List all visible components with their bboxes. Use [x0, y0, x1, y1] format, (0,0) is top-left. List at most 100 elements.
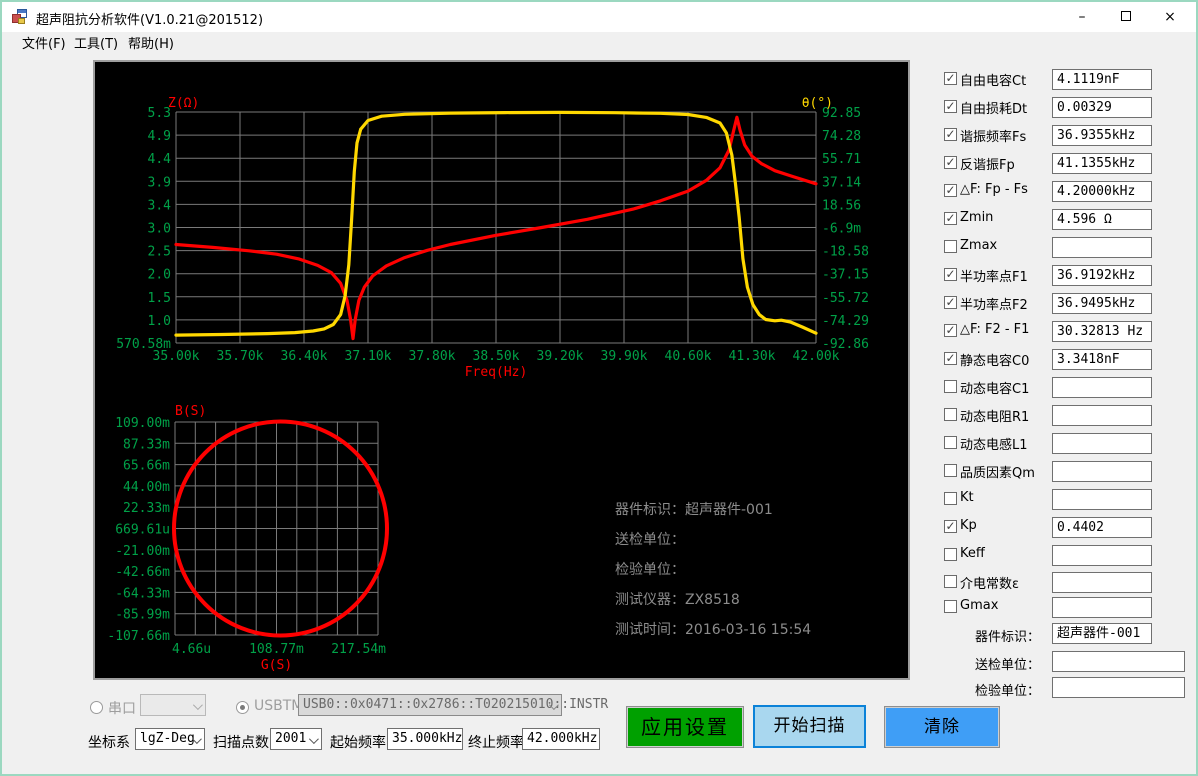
- result-value-field[interactable]: [1052, 597, 1152, 618]
- tick-label: 55.71: [822, 152, 861, 167]
- device-id-field[interactable]: 超声器件-001: [1052, 623, 1152, 644]
- checked-checkbox[interactable]: ✓: [944, 520, 957, 533]
- tick-label: 37.10k: [345, 349, 392, 364]
- unchecked-checkbox[interactable]: [944, 575, 957, 588]
- unchecked-checkbox[interactable]: [944, 408, 957, 421]
- tick-label: 74.28: [822, 129, 861, 144]
- result-row: 动态电阻R1: [944, 405, 1190, 429]
- menu-help[interactable]: 帮助(H): [122, 32, 180, 58]
- result-value-field[interactable]: 36.9192kHz: [1052, 265, 1152, 286]
- coord-system-combo[interactable]: lgZ-Deg: [135, 728, 205, 750]
- result-row: Zmax: [944, 237, 1190, 261]
- checked-checkbox[interactable]: ✓: [944, 324, 957, 337]
- apply-settings-button[interactable]: 应用设置: [626, 706, 744, 748]
- tick-label: 4.66u: [172, 642, 211, 657]
- chevron-down-icon: [549, 700, 559, 710]
- tick-label: 109.00m: [115, 416, 170, 431]
- result-row: ✓自由电容Ct4.1119nF: [944, 69, 1190, 93]
- scan-points-label: 扫描点数: [213, 732, 269, 752]
- result-row: 动态电感L1: [944, 433, 1190, 457]
- checked-checkbox[interactable]: ✓: [944, 100, 957, 113]
- result-row: Keff: [944, 545, 1190, 569]
- unchecked-checkbox[interactable]: [944, 436, 957, 449]
- unchecked-checkbox[interactable]: [944, 548, 957, 561]
- checked-checkbox[interactable]: ✓: [944, 184, 957, 197]
- checked-checkbox[interactable]: ✓: [944, 156, 957, 169]
- result-value-field[interactable]: 3.3418nF: [1052, 349, 1152, 370]
- clear-button[interactable]: 清除: [884, 706, 1000, 748]
- serial-port-combo[interactable]: [140, 694, 206, 716]
- checked-checkbox[interactable]: ✓: [944, 72, 957, 85]
- result-row: 品质因素Qm: [944, 461, 1190, 485]
- start-scan-button[interactable]: 开始扫描: [753, 705, 866, 748]
- tick-label: 22.33m: [123, 501, 170, 516]
- submit-unit-field[interactable]: [1052, 651, 1185, 672]
- menu-file[interactable]: 文件(F): [16, 32, 72, 58]
- usbtmc-address-combo[interactable]: USB0::0x0471::0x2786::T020215010::INSTR: [298, 694, 562, 716]
- chevron-down-icon: [309, 734, 319, 744]
- result-value-field[interactable]: [1052, 237, 1152, 258]
- start-freq-label: 起始频率: [330, 732, 386, 752]
- unchecked-checkbox[interactable]: [944, 600, 957, 613]
- checked-checkbox[interactable]: ✓: [944, 128, 957, 141]
- window-title: 超声阻抗分析软件(V1.0.21@201512): [36, 9, 263, 28]
- tick-label: 41.30k: [729, 349, 776, 364]
- result-value-field[interactable]: 0.00329: [1052, 97, 1152, 118]
- result-value-field[interactable]: 36.9355kHz: [1052, 125, 1152, 146]
- result-value-field[interactable]: 41.1355kHz: [1052, 153, 1152, 174]
- minimize-button[interactable]: –: [1060, 2, 1104, 32]
- result-value-field[interactable]: 4.596 Ω: [1052, 209, 1152, 230]
- device-id-label: 器件标识：: [975, 626, 1040, 645]
- chevron-down-icon: [193, 700, 203, 710]
- scan-points-combo[interactable]: 2001: [270, 728, 322, 750]
- tick-label: 37.14: [822, 175, 861, 190]
- result-row: ✓△F: Fp - Fs4.20000kHz: [944, 181, 1190, 205]
- result-value-field[interactable]: 0.4402: [1052, 517, 1152, 538]
- checked-checkbox[interactable]: ✓: [944, 212, 957, 225]
- start-freq-field[interactable]: 35.000kHz: [387, 728, 463, 750]
- serial-radio[interactable]: [90, 701, 103, 714]
- unchecked-checkbox[interactable]: [944, 240, 957, 253]
- menu-bar: 文件(F) 工具(T) 帮助(H): [2, 32, 1196, 58]
- unchecked-checkbox[interactable]: [944, 380, 957, 393]
- result-value-field[interactable]: [1052, 377, 1152, 398]
- result-value-field[interactable]: [1052, 572, 1152, 593]
- tick-label: 1.5: [148, 291, 171, 306]
- menu-tools[interactable]: 工具(T): [68, 32, 124, 58]
- submit-unit-row: 送检单位：: [930, 651, 1192, 675]
- tick-label: 35.70k: [217, 349, 264, 364]
- tick-label: 4.9: [148, 129, 171, 144]
- tick-label: 108.77m: [249, 642, 304, 657]
- checked-checkbox[interactable]: ✓: [944, 268, 957, 281]
- tick-label: θ(°): [802, 96, 833, 111]
- result-value-field[interactable]: 4.1119nF: [1052, 69, 1152, 90]
- tick-label: -55.72: [822, 291, 869, 306]
- result-label: 反谐振Fp: [960, 154, 1015, 173]
- result-label: △F: F2 - F1: [960, 322, 1029, 337]
- inspect-unit-label: 检验单位：: [975, 680, 1040, 699]
- results-panel: ✓自由电容Ct4.1119nF✓自由损耗Dt0.00329✓谐振频率Fs36.9…: [930, 60, 1192, 710]
- submit-unit-label: 送检单位：: [975, 654, 1040, 673]
- result-value-field[interactable]: 30.32813 Hz: [1052, 321, 1152, 342]
- result-value-field[interactable]: [1052, 545, 1152, 566]
- inspect-unit-field[interactable]: [1052, 677, 1185, 698]
- result-value-field[interactable]: [1052, 489, 1152, 510]
- maximize-button[interactable]: [1104, 2, 1148, 32]
- result-value-field[interactable]: [1052, 461, 1152, 482]
- checked-checkbox[interactable]: ✓: [944, 296, 957, 309]
- tick-label: -21.00m: [115, 544, 170, 559]
- tick-label: 87.33m: [123, 437, 170, 452]
- checked-checkbox[interactable]: ✓: [944, 352, 957, 365]
- result-value-field[interactable]: 4.20000kHz: [1052, 181, 1152, 202]
- unchecked-checkbox[interactable]: [944, 492, 957, 505]
- stop-freq-field[interactable]: 42.000kHz: [522, 728, 600, 750]
- tick-label: 1.0: [148, 314, 171, 329]
- close-button[interactable]: ×: [1148, 2, 1192, 32]
- result-value-field[interactable]: [1052, 405, 1152, 426]
- unchecked-checkbox[interactable]: [944, 464, 957, 477]
- result-value-field[interactable]: [1052, 433, 1152, 454]
- result-row: ✓半功率点F236.9495kHz: [944, 293, 1190, 317]
- tick-label: 3.9: [148, 175, 171, 190]
- result-value-field[interactable]: 36.9495kHz: [1052, 293, 1152, 314]
- usbtmc-radio[interactable]: [236, 701, 249, 714]
